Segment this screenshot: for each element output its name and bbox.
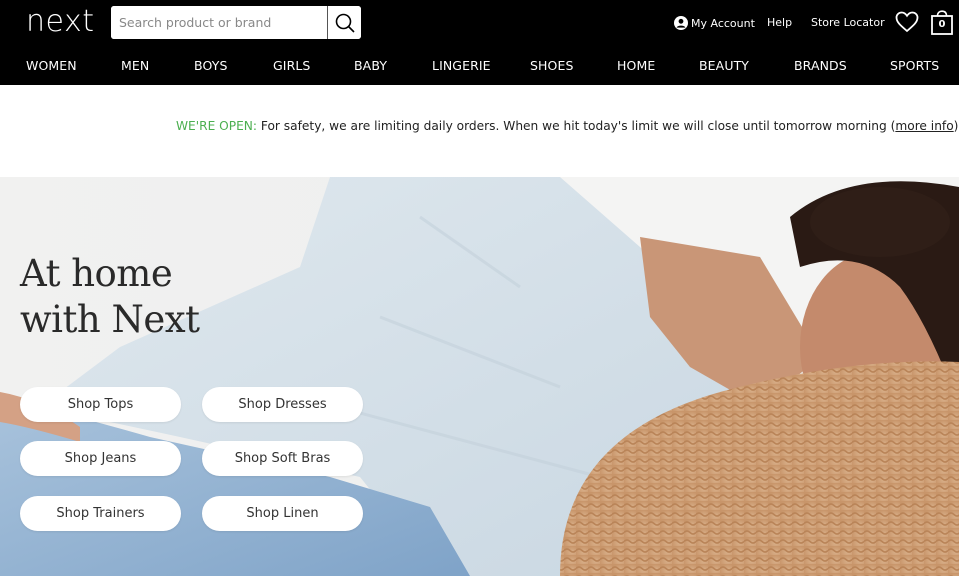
shop-linen-button[interactable]: Shop Linen (202, 496, 363, 531)
search-bar (111, 6, 361, 39)
hero-title: At home with Next (20, 251, 200, 343)
nav-boys[interactable]: BOYS (194, 58, 227, 73)
main-nav: WOMEN MEN BOYS GIRLS BABY LINGERIE SHOES… (0, 48, 959, 84)
store-status-banner: WE'RE OPEN: For safety, we are limiting … (0, 85, 959, 177)
shop-soft-bras-button[interactable]: Shop Soft Bras (202, 441, 363, 476)
hero-banner[interactable]: At home with Next Shop Tops Shop Dresses… (0, 177, 959, 576)
nav-beauty[interactable]: BEAUTY (699, 58, 749, 73)
shop-jeans-button[interactable]: Shop Jeans (20, 441, 181, 476)
nav-lingerie[interactable]: LINGERIE (432, 58, 491, 73)
nav-home[interactable]: HOME (617, 58, 655, 73)
wishlist-button[interactable] (895, 11, 919, 37)
store-locator-link[interactable]: Store Locator (811, 16, 885, 29)
help-link[interactable]: Help (767, 16, 792, 29)
nav-women[interactable]: WOMEN (26, 58, 77, 73)
nav-girls[interactable]: GIRLS (273, 58, 310, 73)
hero-title-line1: At home (20, 252, 173, 295)
banner-body: For safety, we are limiting daily orders… (257, 119, 896, 133)
banner-message: WE'RE OPEN: For safety, we are limiting … (176, 119, 959, 133)
open-status: WE'RE OPEN: (176, 119, 258, 133)
banner-suffix: ). (953, 119, 959, 133)
nav-baby[interactable]: BABY (354, 58, 387, 73)
shop-tops-button[interactable]: Shop Tops (20, 387, 181, 422)
site-header: next My Account Help Store Locator 0 (0, 0, 959, 85)
next-logo[interactable]: next (26, 4, 94, 40)
my-account-label: My Account (691, 16, 755, 30)
my-account-link[interactable]: My Account (674, 16, 755, 30)
shop-dresses-button[interactable]: Shop Dresses (202, 387, 363, 422)
account-icon (674, 16, 688, 30)
search-icon (335, 13, 355, 33)
search-input[interactable] (111, 6, 327, 39)
search-button[interactable] (327, 6, 361, 39)
shop-trainers-button[interactable]: Shop Trainers (20, 496, 181, 531)
nav-men[interactable]: MEN (121, 58, 149, 73)
bag-count: 0 (938, 19, 946, 30)
shopping-bag-button[interactable]: 0 (930, 10, 954, 36)
nav-shoes[interactable]: SHOES (530, 58, 574, 73)
heart-icon (895, 11, 919, 33)
nav-sports[interactable]: SPORTS (890, 58, 939, 73)
more-info-link[interactable]: more info (895, 119, 953, 133)
hero-title-line2: with Next (20, 298, 200, 341)
nav-brands[interactable]: BRANDS (794, 58, 847, 73)
